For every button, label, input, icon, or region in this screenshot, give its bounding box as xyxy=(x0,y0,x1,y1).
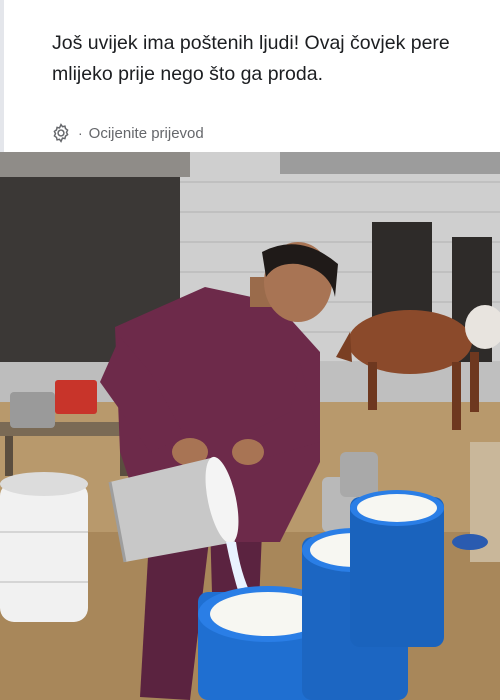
post-photo[interactable] xyxy=(0,152,500,700)
translation-row: · Ocijenite prijevod xyxy=(50,120,204,146)
blue-barrel-back xyxy=(350,490,444,647)
separator-dot: · xyxy=(78,125,83,141)
post-card: Još uvijek ima poštenih ljudi! Ovaj čovj… xyxy=(0,0,500,700)
post-left-border xyxy=(0,0,4,152)
post-caption: Još uvijek ima poštenih ljudi! Ovaj čovj… xyxy=(52,32,450,85)
white-barrel xyxy=(0,472,88,622)
gear-icon[interactable] xyxy=(50,122,72,144)
rate-translation-link[interactable]: Ocijenite prijevod xyxy=(89,125,204,142)
